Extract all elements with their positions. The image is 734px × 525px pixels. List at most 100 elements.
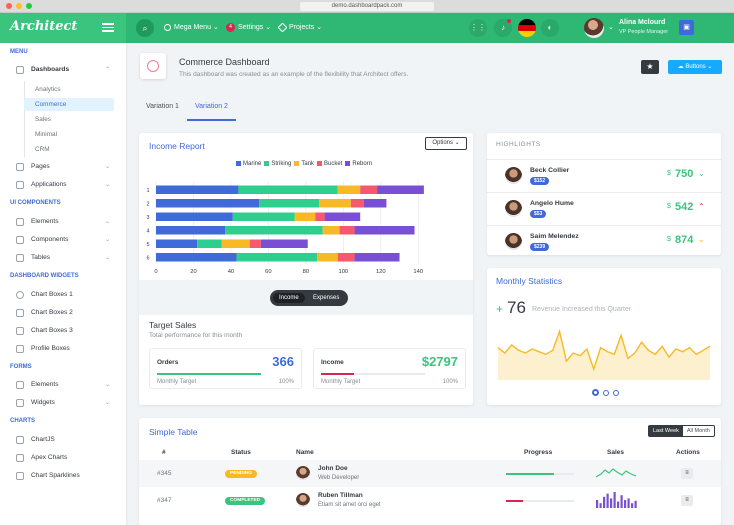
bar-segment[interactable]: [260, 239, 308, 249]
maximize-window-icon[interactable]: [26, 3, 32, 9]
sidebar-sub-analytics[interactable]: Analytics: [24, 83, 114, 96]
bar-segment[interactable]: [377, 185, 424, 195]
legend-item[interactable]: Tank: [291, 161, 314, 167]
bar-segment[interactable]: [225, 226, 323, 235]
legend-item[interactable]: Marine: [233, 161, 261, 167]
highlight-row[interactable]: Angelo Hume $53 $542 ⌃: [487, 192, 721, 225]
settings-link[interactable]: 4 Settings ⌄: [226, 13, 271, 43]
bar-segment[interactable]: [294, 212, 316, 222]
bar-segment[interactable]: [156, 212, 233, 222]
user-status-icon[interactable]: ◐: [541, 19, 559, 37]
sidebar-item-apex-charts[interactable]: Apex Charts: [16, 451, 116, 465]
sidebar-item-pages[interactable]: Pages ⌄: [16, 160, 116, 174]
language-flag-icon[interactable]: [518, 19, 536, 37]
bar-segment[interactable]: [324, 212, 361, 222]
bar-segment[interactable]: [339, 226, 355, 235]
sidebar-item-profile-boxes[interactable]: Profile Boxes: [16, 342, 116, 356]
sidebar-item-form-widgets[interactable]: Widgets ⌄: [16, 396, 116, 410]
bar-segment[interactable]: [232, 212, 295, 222]
bar-segment[interactable]: [354, 253, 400, 262]
legend-item[interactable]: Reborn: [342, 161, 372, 167]
all-month-button[interactable]: All Month: [683, 426, 714, 436]
sidebar-sub-crm[interactable]: CRM: [24, 143, 114, 156]
bar-segment[interactable]: [156, 239, 198, 249]
bar-segment[interactable]: [363, 199, 387, 208]
apps-grid-icon[interactable]: ⋮⋮: [469, 19, 487, 37]
projects-link[interactable]: Projects ⌄: [277, 13, 322, 43]
options-button[interactable]: Options ⌄: [425, 137, 467, 150]
sidebar-item-chart-boxes-1[interactable]: Chart Boxes 1: [16, 288, 116, 302]
monthly-statistics-title: Monthly Statistics: [496, 276, 563, 286]
row-action-button[interactable]: ≡: [681, 495, 693, 506]
user-avatar[interactable]: [584, 18, 604, 38]
sidebar-item-tables[interactable]: Tables ⌄: [16, 251, 116, 265]
sidebar-item-form-elements[interactable]: Elements ⌄: [16, 378, 116, 392]
carousel-dot[interactable]: [613, 390, 619, 396]
sidebar-sub-sales[interactable]: Sales: [24, 113, 114, 126]
carousel-dot[interactable]: [592, 389, 599, 396]
minimize-window-icon[interactable]: [16, 3, 22, 9]
bar-segment[interactable]: [354, 226, 415, 235]
x-tick-label: 20: [190, 269, 196, 275]
income-label: Income: [321, 359, 344, 366]
highlight-row[interactable]: Beck Collier $152 $750 ⌄: [487, 159, 721, 192]
sidebar-item-chartjs[interactable]: ChartJS: [16, 433, 116, 447]
chevron-down-icon: ⌄: [104, 255, 110, 261]
bar-segment[interactable]: [238, 185, 338, 195]
sidebar-section-charts: CHARTS: [10, 418, 35, 424]
window-controls[interactable]: [6, 3, 32, 9]
sidebar-item-dashboards[interactable]: Dashboards ⌃: [16, 63, 116, 77]
bar-segment[interactable]: [259, 199, 319, 208]
sidebar-item-chart-boxes-3[interactable]: Chart Boxes 3: [16, 324, 116, 338]
sidebar-item-applications[interactable]: Applications ⌄: [16, 178, 116, 192]
tab-variation-2[interactable]: Variation 2: [187, 97, 236, 121]
bar-segment[interactable]: [236, 253, 318, 262]
bar-segment[interactable]: [156, 185, 239, 195]
mega-menu-link[interactable]: Mega Menu ⌄: [164, 13, 219, 43]
search-icon[interactable]: ⌕: [136, 19, 154, 37]
bar-segment[interactable]: [317, 253, 338, 262]
bar-segment[interactable]: [221, 239, 250, 249]
table-row[interactable]: #345 PENDING John Doe Web Developer ≡: [139, 460, 721, 487]
sidebar-item-elements[interactable]: Elements ⌄: [16, 215, 116, 229]
legend-item[interactable]: Bucket: [314, 161, 342, 167]
last-week-button[interactable]: Last Week: [649, 426, 683, 436]
tab-variation-1[interactable]: Variation 1: [146, 97, 179, 121]
highlight-row[interactable]: Saim Melendez $239 $874 ⌄: [487, 225, 721, 255]
bar-segment[interactable]: [156, 253, 237, 262]
buttons-dropdown[interactable]: ☁ Buttons ⌄: [668, 60, 722, 74]
income-toggle-button[interactable]: Income: [273, 293, 305, 303]
notifications-bell-icon[interactable]: ♪: [494, 19, 512, 37]
user-dropdown-chevron-icon[interactable]: ⌄: [608, 23, 614, 31]
expenses-toggle-button[interactable]: Expenses: [307, 293, 345, 303]
hamburger-menu-icon[interactable]: [102, 23, 114, 32]
sidebar-item-components[interactable]: Components ⌄: [16, 233, 116, 247]
sidebar-sub-commerce[interactable]: Commerce: [24, 98, 114, 111]
bar-segment[interactable]: [322, 226, 340, 235]
bar-segment[interactable]: [156, 226, 226, 235]
close-window-icon[interactable]: [6, 3, 12, 9]
carousel-dots[interactable]: [592, 389, 623, 398]
bar-segment[interactable]: [249, 239, 261, 249]
bar-segment[interactable]: [337, 253, 355, 262]
calendar-icon[interactable]: ▣: [679, 20, 694, 35]
bar-segment[interactable]: [315, 212, 325, 222]
bar-segment[interactable]: [360, 185, 378, 195]
bar-segment[interactable]: [197, 239, 222, 249]
bar-segment[interactable]: [156, 199, 260, 208]
sidebar-item-chart-sparklines[interactable]: Chart Sparklines: [16, 469, 116, 483]
avatar: [296, 493, 310, 507]
legend-item[interactable]: Striking: [261, 161, 291, 167]
bar-segment[interactable]: [318, 199, 351, 208]
carousel-dot[interactable]: [603, 390, 609, 396]
sidebar-sub-minimal[interactable]: Minimal: [24, 128, 114, 141]
sidebar-item-chart-boxes-2[interactable]: Chart Boxes 2: [16, 306, 116, 320]
highlight-name: Beck Collier: [530, 167, 570, 174]
table-row[interactable]: #347 COMPLETED Ruben Tillman Etiam sit amet…: [139, 487, 721, 514]
highlight-value: 750: [675, 168, 694, 180]
star-button[interactable]: ★: [641, 60, 659, 74]
address-bar[interactable]: demo.dashboardpack.com: [300, 2, 434, 11]
bar-segment[interactable]: [337, 185, 361, 195]
bar-segment[interactable]: [350, 199, 364, 208]
row-action-button[interactable]: ≡: [681, 468, 693, 479]
